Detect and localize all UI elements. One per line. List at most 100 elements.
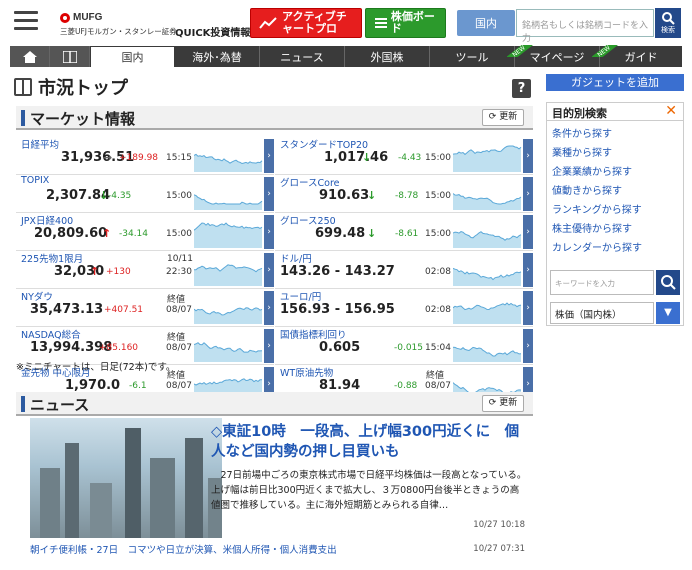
market-item-name[interactable]: グロースCore <box>280 175 340 189</box>
market-item-name[interactable]: TOPIX <box>21 175 49 186</box>
market-item-price: 20,809.60 <box>34 226 108 241</box>
chevron-right-icon[interactable]: › <box>523 291 533 325</box>
market-item[interactable]: スタンダードTOP20 1,017.46 ↓ -4.43 15:00 › <box>275 137 533 175</box>
market-item[interactable]: 日経平均 31,936.51 → +189.98 15:15 › <box>16 137 274 175</box>
link-benefits[interactable]: 株主優待から探す <box>552 220 632 235</box>
panels-button[interactable] <box>50 46 90 67</box>
market-item[interactable]: グロース250 699.48 ↓ -8.61 15:00 › <box>275 213 533 251</box>
mini-chart[interactable] <box>453 140 522 172</box>
mini-chart[interactable] <box>194 292 263 324</box>
market-section-header: マーケット情報 ⟳ 更新 <box>16 106 533 130</box>
search-input[interactable]: 銘柄名もしくは銘柄コードを入力 <box>516 9 654 44</box>
market-item[interactable]: 国債指標利回り 0.605 -0.015 15:04 › <box>275 327 533 365</box>
search-button[interactable]: 検索 <box>655 8 681 38</box>
market-item-price: 143.26 - 143.27 <box>280 264 395 279</box>
mini-chart[interactable] <box>453 178 522 210</box>
market-item-name[interactable]: NASDAQ総合 <box>21 327 81 341</box>
market-item-time: 02:08 <box>425 267 451 277</box>
link-calendar[interactable]: カレンダーから探す <box>552 239 642 254</box>
news-photo[interactable] <box>30 418 222 538</box>
chevron-right-icon[interactable]: › <box>264 139 274 173</box>
market-item-time: 08/07 <box>166 381 192 391</box>
market-item[interactable]: JPX日経400 20,809.60 ↑ -34.14 15:00 › <box>16 213 274 251</box>
chevron-right-icon[interactable]: › <box>264 177 274 211</box>
market-item-price: 1,970.0 <box>65 378 121 393</box>
news-refresh-button[interactable]: ⟳ 更新 <box>482 395 524 412</box>
active-chart-pro-button[interactable]: アクティブチャートプロ <box>250 8 362 38</box>
mini-chart[interactable] <box>453 254 522 286</box>
chevron-right-icon[interactable]: › <box>523 139 533 173</box>
market-item-change: -34.14 <box>119 229 149 239</box>
add-gadget-button[interactable]: ガジェットを追加 <box>546 74 684 91</box>
section-bar <box>21 396 25 412</box>
market-item-time: 15:00 <box>166 191 192 201</box>
market-item-time: 15:00 <box>166 229 192 239</box>
market-item[interactable]: グロースCore 910.63 ↓ -8.78 15:00 › <box>275 175 533 213</box>
tab-domestic[interactable]: 国内 <box>90 46 175 67</box>
market-item-change: -0.88 <box>394 381 418 391</box>
mini-chart[interactable] <box>194 330 263 362</box>
market-item-name[interactable]: ユーロ/円 <box>280 289 321 303</box>
link-price-move[interactable]: 値動きから探す <box>552 182 622 197</box>
market-item-price: 910.63 <box>319 188 370 203</box>
keyword-input[interactable]: キーワードを入力 <box>550 270 654 295</box>
link-ranking[interactable]: ランキングから探す <box>552 201 642 216</box>
market-item-name[interactable]: NYダウ <box>21 289 53 303</box>
menu-icon[interactable] <box>14 11 38 33</box>
link-earnings[interactable]: 企業業績から探す <box>552 163 632 178</box>
new-badge: NEW <box>507 45 537 57</box>
market-item-time: 15:00 <box>425 153 451 163</box>
chevron-right-icon[interactable]: › <box>264 253 274 287</box>
mini-chart[interactable] <box>194 178 263 210</box>
chevron-right-icon[interactable]: › <box>523 329 533 363</box>
link-industry[interactable]: 業種から探す <box>552 144 612 159</box>
market-item-name[interactable]: JPX日経400 <box>21 213 73 227</box>
tab-tools[interactable]: ツール <box>430 46 515 67</box>
help-button[interactable]: ? <box>512 79 531 98</box>
chevron-down-icon[interactable]: ▼ <box>656 302 680 324</box>
chevron-right-icon[interactable]: › <box>523 253 533 287</box>
market-item-name[interactable]: グロース250 <box>280 213 336 227</box>
market-item[interactable]: NYダウ 35,473.13 +407.51 終値 08/07 › <box>16 289 274 327</box>
chevron-right-icon[interactable]: › <box>523 215 533 249</box>
news-headline[interactable]: ◇東証10時 一段高、上げ幅300円近くに 個人など国内勢の押し目買いも <box>211 422 533 462</box>
mini-chart[interactable] <box>194 140 263 172</box>
category-select[interactable]: 株価（国内株） <box>550 302 654 324</box>
chevron-right-icon[interactable]: › <box>523 177 533 211</box>
market-item-name[interactable]: WT原油先物 <box>280 365 333 379</box>
tab-foreign-stocks[interactable]: 外国株 <box>345 46 430 67</box>
market-item-name[interactable]: 225先物1限月 <box>21 251 83 265</box>
home-button[interactable] <box>10 46 50 67</box>
stock-board-button[interactable]: 株価ボード <box>365 8 446 38</box>
tab-guide[interactable]: NEW ガイド <box>592 45 682 67</box>
mini-chart[interactable] <box>194 216 263 248</box>
mini-chart[interactable] <box>453 216 522 248</box>
market-item[interactable]: 225先物1限月 32,030 ↑ +130 10/11 22:30 › <box>16 251 274 289</box>
link-conditions[interactable]: 条件から探す <box>552 125 612 140</box>
market-item-price: 81.94 <box>319 378 361 393</box>
domestic-button[interactable]: 国内 <box>457 10 515 36</box>
market-item-name[interactable]: 国債指標利回り <box>280 327 347 341</box>
mini-chart[interactable] <box>453 330 522 362</box>
news-item-2[interactable]: 朝イチ便利帳・27日 コマツや日立が決算、米個人所得・個人消費支出 <box>30 542 337 556</box>
chevron-right-icon[interactable]: › <box>264 215 274 249</box>
close-icon[interactable]: ✕ <box>665 103 677 119</box>
arrow-up-icon: ↑ <box>102 227 112 240</box>
market-item[interactable]: ユーロ/円 156.93 - 156.95 02:08 › <box>275 289 533 327</box>
tab-mypage[interactable]: NEW マイページ <box>507 45 600 67</box>
market-item-name[interactable]: スタンダードTOP20 <box>280 137 368 151</box>
market-item-name[interactable]: ドル/円 <box>280 251 312 265</box>
mini-chart[interactable] <box>453 292 522 324</box>
tab-overseas-fx[interactable]: 海外･為替 <box>175 46 260 67</box>
market-item-label: 終値 <box>167 295 186 305</box>
chevron-right-icon[interactable]: › <box>264 329 274 363</box>
mini-chart[interactable] <box>194 254 263 286</box>
tab-news[interactable]: ニュース <box>260 46 345 67</box>
keyword-search-button[interactable] <box>656 270 680 295</box>
chevron-right-icon[interactable]: › <box>264 291 274 325</box>
market-item[interactable]: TOPIX 2,307.84 ↓ -4.35 15:00 › <box>16 175 274 213</box>
market-item-name[interactable]: 日経平均 <box>21 137 59 151</box>
market-refresh-button[interactable]: ⟳ 更新 <box>482 109 524 126</box>
market-item[interactable]: ドル/円 143.26 - 143.27 02:08 › <box>275 251 533 289</box>
news-section-header: ニュース ⟳ 更新 <box>16 392 533 416</box>
